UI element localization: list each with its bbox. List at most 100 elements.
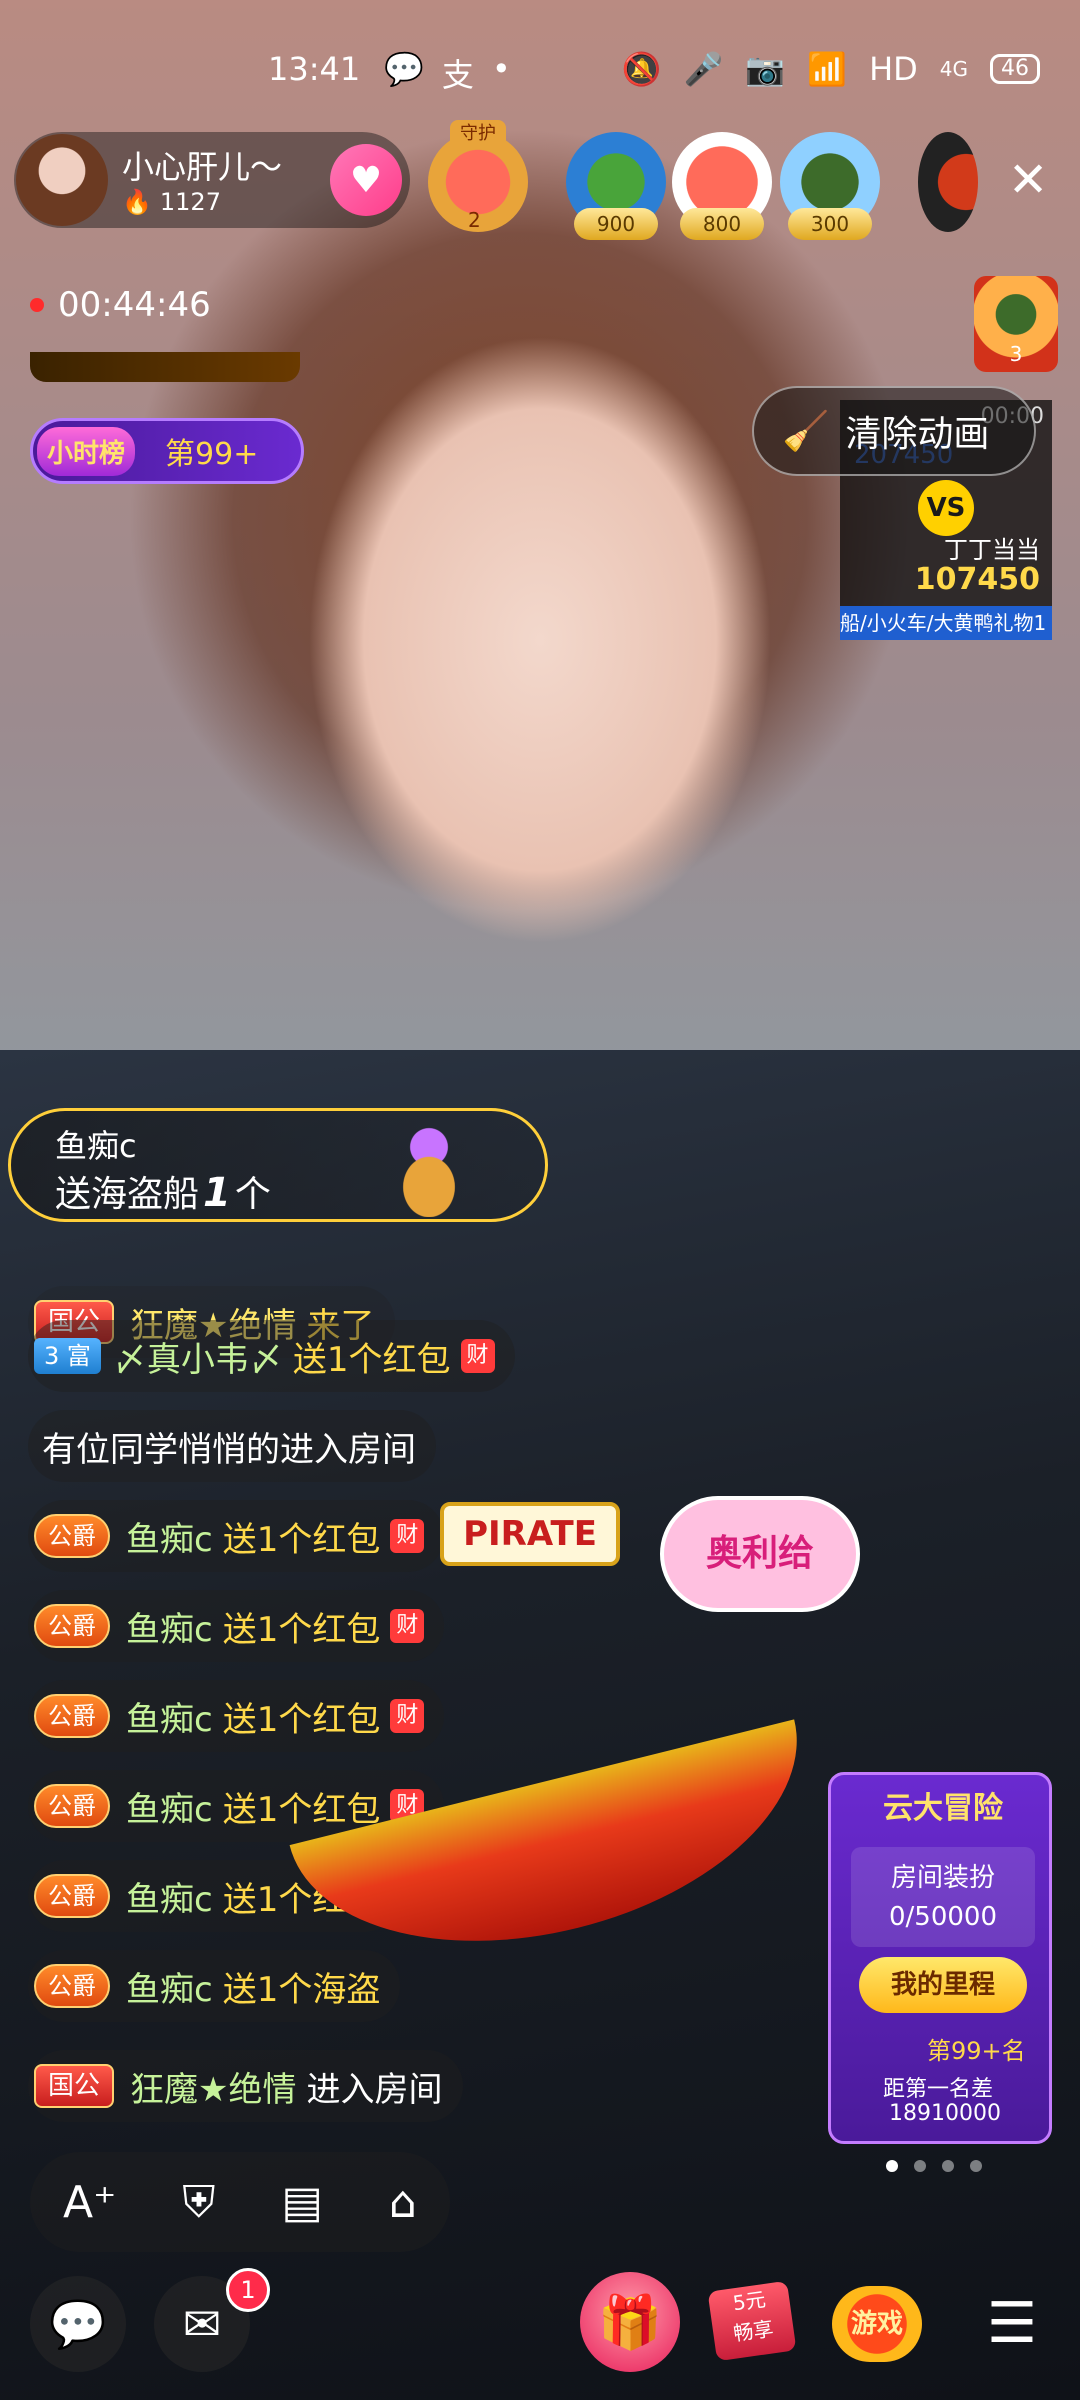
guard-icon[interactable]: ⛨ (182, 2177, 215, 2228)
battery-icon: 46 (990, 54, 1040, 84)
red-envelope-icon: 财 (460, 1339, 495, 1373)
page-dot-active (886, 2160, 898, 2172)
adventure-rank: 第99+名 (927, 2037, 1026, 2065)
red-envelope-icon: 财 (390, 1609, 425, 1643)
follow-button[interactable]: ♥ (330, 144, 402, 216)
tag-icon[interactable]: ⌂ (389, 2177, 417, 2228)
viewer-score-2: 800 (680, 208, 764, 240)
host-name: 小心肝儿～ (122, 148, 283, 186)
status-left-icons: 💬 支 • (384, 50, 511, 96)
wifi-icon: 📶 (807, 50, 848, 88)
camera-icon: 📷 (745, 50, 786, 88)
page-dot (914, 2160, 926, 2172)
gap-label: 距第一名差 (883, 2077, 994, 2102)
live-timer: 00:44:46 (30, 285, 211, 325)
chat-text: 送1个红包 (222, 1699, 381, 1740)
crown-badge[interactable]: 3 (974, 276, 1058, 372)
chat-user-name[interactable]: 狂魔★绝情 (130, 2062, 296, 2111)
broom-icon: 🧹 (782, 408, 830, 453)
chat-message: 公爵 鱼痴c 送1个红包 财 (28, 1770, 445, 1842)
room-dress-value: 0/50000 (888, 1902, 997, 1932)
dot-icon: • (491, 50, 511, 88)
clear-animation-button[interactable]: 🧹 清除动画 (752, 386, 1036, 476)
game-button[interactable]: 游戏 (832, 2286, 922, 2362)
duke-badge: 公爵 (34, 1514, 110, 1558)
live-elapsed: 00:44:46 (58, 285, 211, 325)
font-size-icon[interactable]: A⁺ (63, 2177, 116, 2228)
duke-badge: 公爵 (34, 1604, 110, 1648)
status-time: 13:41 (268, 50, 361, 88)
viewer-avatar-4[interactable] (918, 132, 978, 232)
hd-label: HD (869, 50, 918, 88)
room-dress-box: 房间装扮 0/50000 (851, 1847, 1035, 1947)
tool-row: A⁺ ⛨ ▤ ⌂ (30, 2152, 450, 2252)
wechat-icon: 💬 (384, 50, 424, 88)
chat-message: 国公 狂魔★绝情 进入房间 (28, 2050, 463, 2122)
viewer-score-1: 900 (574, 208, 658, 240)
task-icon[interactable]: ▤ (281, 2177, 323, 2228)
chat-user-name[interactable]: 鱼痴c (126, 1602, 213, 1651)
chat-text: 送1个红包 (222, 1879, 381, 1920)
chat-user-name[interactable]: 鱼痴c (126, 1872, 213, 1921)
adventure-panel[interactable]: 云大冒险 房间装扮 0/50000 我的里程 第99+名 距第一名差 18910… (828, 1772, 1052, 2144)
wealth-badge: 3 富 (34, 1338, 101, 1374)
host-avatar[interactable] (16, 134, 108, 226)
chat-message: 公爵 鱼痴c 送1个红包 财 (28, 1590, 445, 1662)
viewer-avatar-3[interactable]: 300 (780, 132, 880, 240)
close-icon[interactable]: ✕ (1008, 150, 1048, 210)
five-yuan-offer-button[interactable]: 5元 畅享 (707, 2280, 797, 2362)
chat-message: 有位同学悄悄的进入房间 (28, 1410, 436, 1482)
pk-opponent-name: 丁丁当当 (944, 536, 1040, 564)
my-milestone-button[interactable]: 我的里程 (859, 1957, 1027, 2013)
chat-user-name[interactable]: 〆真小韦〆 (113, 1332, 283, 1381)
panel-page-dots (886, 2160, 982, 2172)
gift-unit: 个 (234, 1174, 271, 1215)
comment-button[interactable]: 💬 (30, 2276, 126, 2372)
chat-message: 公爵 鱼痴c 送1个红包 财 (28, 1680, 445, 1752)
rank-badge-guogong: 国公 (34, 2064, 115, 2108)
chat-text: 送1个红包 (292, 1339, 451, 1380)
gap-value: 18910000 (889, 2101, 1001, 2126)
duke-badge: 公爵 (34, 1694, 110, 1738)
viewer-avatar-2[interactable]: 800 (672, 132, 772, 240)
gift-sender: 鱼痴c (55, 1127, 137, 1165)
rank-strip-partial[interactable] (30, 352, 300, 382)
viewer-avatar-1[interactable]: 900 (566, 132, 666, 240)
gift-button[interactable]: 🎁 (580, 2272, 680, 2372)
hour-rank-position: 第99+ (165, 437, 259, 472)
message-count-badge: 1 (226, 2268, 270, 2312)
host-card[interactable]: 小心肝儿～ 🔥 1127 ♥ (14, 132, 410, 228)
guard-viewer-avatar[interactable]: 守护 2 (428, 120, 528, 232)
guard-count: 2 (468, 208, 481, 232)
chat-user-name[interactable]: 鱼痴c (126, 1962, 213, 2011)
chat-user-name[interactable]: 鱼痴c (126, 1692, 213, 1741)
gift-prefix: 送海盗船 (55, 1174, 200, 1215)
message-button[interactable]: ✉ 1 (154, 2268, 270, 2372)
page-dot (942, 2160, 954, 2172)
chat-user-name[interactable]: 鱼痴c (126, 1782, 213, 1831)
gift-banner: 鱼痴c 送海盗船 1 个 (8, 1108, 548, 1222)
viewer-score-3: 300 (788, 208, 872, 240)
pk-gift-ticker: 船/小火车/大黄鸭礼物1 (840, 606, 1052, 640)
hour-rank-badge[interactable]: 小时榜 第99+ (30, 418, 304, 484)
crown-count: 3 (1009, 342, 1023, 366)
status-right-icons: 🔕 🎤 📷 📶 HD 4G 46 (622, 50, 1040, 88)
chat-user-name[interactable]: 鱼痴c (126, 1512, 213, 1561)
clear-animation-label: 清除动画 (845, 414, 990, 455)
gift-count: 1 (203, 1170, 231, 1216)
duke-badge: 公爵 (34, 1874, 110, 1918)
pirate-ship-gift-icon (369, 1117, 489, 1217)
mail-icon: ✉ (182, 2297, 222, 2351)
duke-badge: 公爵 (34, 1964, 110, 2008)
room-dress-label: 房间装扮 (890, 1863, 995, 1893)
gift-description: 送海盗船 1 个 (55, 1165, 271, 1217)
gift-box-icon: 🎁 (597, 2292, 663, 2353)
chat-message: 公爵 鱼痴c 送1个海盗 (28, 1950, 401, 2022)
flame-icon: 🔥 (122, 188, 152, 216)
menu-icon[interactable]: ☰ (970, 2282, 1054, 2366)
hour-rank-tag: 小时榜 (37, 426, 136, 476)
duke-badge: 公爵 (34, 1784, 110, 1828)
status-bar: 13:41 💬 支 • 🔕 🎤 📷 📶 HD 4G 46 (0, 40, 1080, 100)
alipay-icon: 支 (441, 56, 474, 94)
chat-text: 送1个红包 (222, 1609, 381, 1650)
